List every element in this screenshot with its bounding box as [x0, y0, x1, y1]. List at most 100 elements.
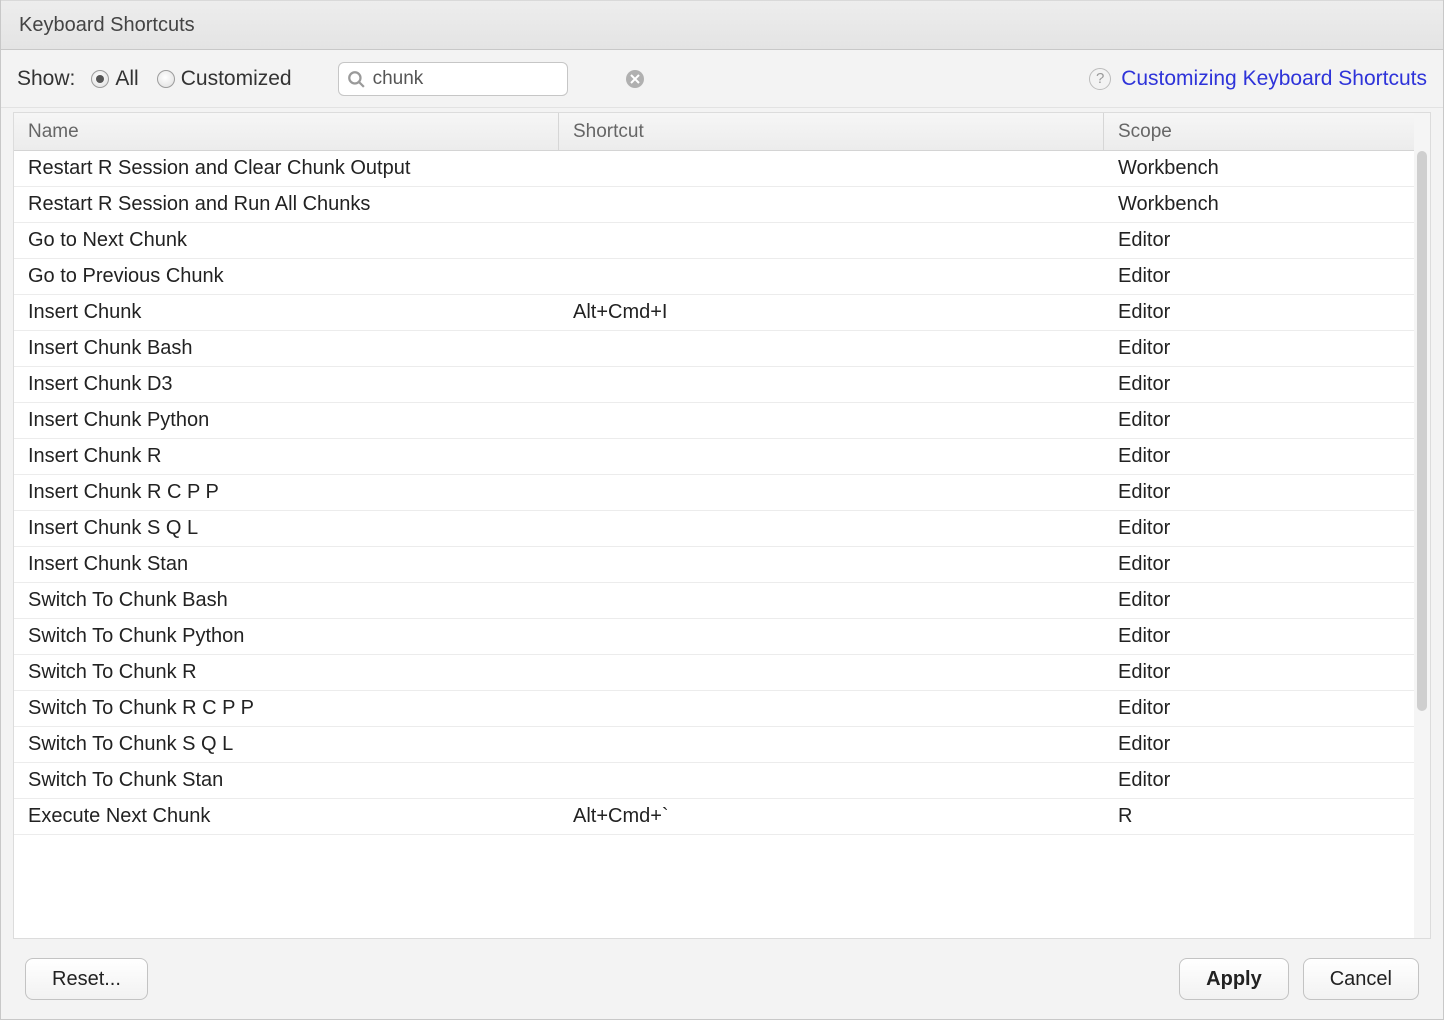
- cell-shortcut[interactable]: [559, 547, 1104, 582]
- keyboard-shortcuts-dialog: Keyboard Shortcuts Show: All Customized: [0, 0, 1444, 1020]
- cell-scope: Editor: [1104, 367, 1414, 402]
- table-scroll-area[interactable]: Name Shortcut Scope Restart R Session an…: [14, 113, 1414, 938]
- cell-scope: Editor: [1104, 547, 1414, 582]
- cell-name: Insert Chunk Bash: [14, 331, 559, 366]
- cell-shortcut[interactable]: [559, 151, 1104, 186]
- help-link[interactable]: ? Customizing Keyboard Shortcuts: [1089, 67, 1427, 91]
- cell-shortcut[interactable]: Alt+Cmd+`: [559, 799, 1104, 834]
- cell-scope: Editor: [1104, 475, 1414, 510]
- cell-name: Restart R Session and Clear Chunk Output: [14, 151, 559, 186]
- table-row[interactable]: Switch To Chunk R Editor: [14, 655, 1414, 691]
- search-input[interactable]: [371, 67, 620, 91]
- cell-scope: Workbench: [1104, 151, 1414, 186]
- table-row[interactable]: Switch To Chunk R C P P Editor: [14, 691, 1414, 727]
- cell-shortcut[interactable]: [559, 475, 1104, 510]
- table-row[interactable]: Switch To Chunk S Q LEditor: [14, 727, 1414, 763]
- show-radio-group: All Customized: [91, 67, 291, 91]
- cell-name: Switch To Chunk Bash: [14, 583, 559, 618]
- table-row[interactable]: Restart R Session and Clear Chunk Output…: [14, 151, 1414, 187]
- table-row[interactable]: Insert ChunkAlt+Cmd+IEditor: [14, 295, 1414, 331]
- cell-name: Go to Previous Chunk: [14, 259, 559, 294]
- table-row[interactable]: Insert Chunk REditor: [14, 439, 1414, 475]
- cell-scope: Editor: [1104, 655, 1414, 690]
- table-row[interactable]: Insert Chunk Bash Editor: [14, 331, 1414, 367]
- cancel-button[interactable]: Cancel: [1303, 958, 1419, 1000]
- cell-name: Switch To Chunk R: [14, 655, 559, 690]
- table-row[interactable]: Insert Chunk PythonEditor: [14, 403, 1414, 439]
- dialog-title: Keyboard Shortcuts: [19, 14, 195, 37]
- scrollbar-thumb[interactable]: [1417, 151, 1427, 711]
- table-row[interactable]: Insert Chunk R C P P Editor: [14, 475, 1414, 511]
- table-header: Name Shortcut Scope: [14, 113, 1414, 151]
- cell-shortcut[interactable]: [559, 187, 1104, 222]
- dialog-titlebar: Keyboard Shortcuts: [1, 0, 1443, 50]
- cell-name: Switch To Chunk Stan: [14, 763, 559, 798]
- search-icon: [347, 70, 365, 88]
- cell-shortcut[interactable]: [559, 655, 1104, 690]
- cell-scope: Editor: [1104, 259, 1414, 294]
- cell-scope: Editor: [1104, 331, 1414, 366]
- cell-scope: Editor: [1104, 583, 1414, 618]
- col-header-shortcut[interactable]: Shortcut: [559, 113, 1104, 150]
- cell-scope: R: [1104, 799, 1414, 834]
- cell-shortcut[interactable]: [559, 259, 1104, 294]
- cell-shortcut[interactable]: [559, 223, 1104, 258]
- table-row[interactable]: Insert Chunk Stan Editor: [14, 547, 1414, 583]
- cell-scope: Editor: [1104, 223, 1414, 258]
- cell-name: Switch To Chunk R C P P: [14, 691, 559, 726]
- help-icon: ?: [1089, 68, 1111, 90]
- radio-icon: [157, 70, 175, 88]
- cell-scope: Editor: [1104, 619, 1414, 654]
- cell-scope: Editor: [1104, 691, 1414, 726]
- table-row[interactable]: Switch To Chunk Stan Editor: [14, 763, 1414, 799]
- cell-shortcut[interactable]: [559, 403, 1104, 438]
- reset-button[interactable]: Reset...: [25, 958, 148, 1000]
- table-row[interactable]: Go to Next Chunk Editor: [14, 223, 1414, 259]
- cell-shortcut[interactable]: [559, 331, 1104, 366]
- cell-name: Switch To Chunk S Q L: [14, 727, 559, 762]
- cell-shortcut[interactable]: [559, 691, 1104, 726]
- search-box[interactable]: [338, 62, 568, 96]
- help-link-text: Customizing Keyboard Shortcuts: [1121, 67, 1427, 91]
- cell-name: Insert Chunk S Q L: [14, 511, 559, 546]
- cell-shortcut[interactable]: [559, 439, 1104, 474]
- cell-shortcut[interactable]: [559, 583, 1104, 618]
- table-row[interactable]: Go to Previous Chunk Editor: [14, 259, 1414, 295]
- cell-name: Execute Next Chunk: [14, 799, 559, 834]
- clear-search-icon[interactable]: [626, 70, 644, 88]
- radio-icon: [91, 70, 109, 88]
- cell-scope: Editor: [1104, 295, 1414, 330]
- cell-shortcut[interactable]: [559, 619, 1104, 654]
- vertical-scrollbar[interactable]: [1414, 113, 1430, 938]
- cell-name: Insert Chunk R: [14, 439, 559, 474]
- apply-button[interactable]: Apply: [1179, 958, 1289, 1000]
- table-row[interactable]: Switch To Chunk Bash Editor: [14, 583, 1414, 619]
- table-row[interactable]: Switch To Chunk PythonEditor: [14, 619, 1414, 655]
- radio-customized-label: Customized: [181, 67, 292, 91]
- table-row[interactable]: Insert Chunk D3 Editor: [14, 367, 1414, 403]
- col-header-scope[interactable]: Scope: [1104, 113, 1414, 150]
- cell-scope: Editor: [1104, 511, 1414, 546]
- show-label: Show:: [17, 67, 75, 91]
- table-row[interactable]: Insert Chunk S Q L Editor: [14, 511, 1414, 547]
- cell-shortcut[interactable]: [559, 367, 1104, 402]
- table-row[interactable]: Execute Next ChunkAlt+Cmd+`R: [14, 799, 1414, 835]
- radio-all[interactable]: All: [91, 67, 138, 91]
- col-header-name[interactable]: Name: [14, 113, 559, 150]
- cell-name: Insert Chunk D3: [14, 367, 559, 402]
- cell-scope: Workbench: [1104, 187, 1414, 222]
- cell-shortcut[interactable]: Alt+Cmd+I: [559, 295, 1104, 330]
- table-row[interactable]: Restart R Session and Run All Chunks Work…: [14, 187, 1414, 223]
- cell-shortcut[interactable]: [559, 727, 1104, 762]
- cell-shortcut[interactable]: [559, 511, 1104, 546]
- radio-customized[interactable]: Customized: [157, 67, 292, 91]
- radio-all-label: All: [115, 67, 138, 91]
- dialog-footer: Reset... Apply Cancel: [1, 939, 1443, 1019]
- dialog-toolbar: Show: All Customized: [1, 50, 1443, 108]
- cell-name: Restart R Session and Run All Chunks: [14, 187, 559, 222]
- cell-name: Insert Chunk Stan: [14, 547, 559, 582]
- cell-shortcut[interactable]: [559, 763, 1104, 798]
- cell-name: Insert Chunk R C P P: [14, 475, 559, 510]
- cell-name: Go to Next Chunk: [14, 223, 559, 258]
- cell-scope: Editor: [1104, 763, 1414, 798]
